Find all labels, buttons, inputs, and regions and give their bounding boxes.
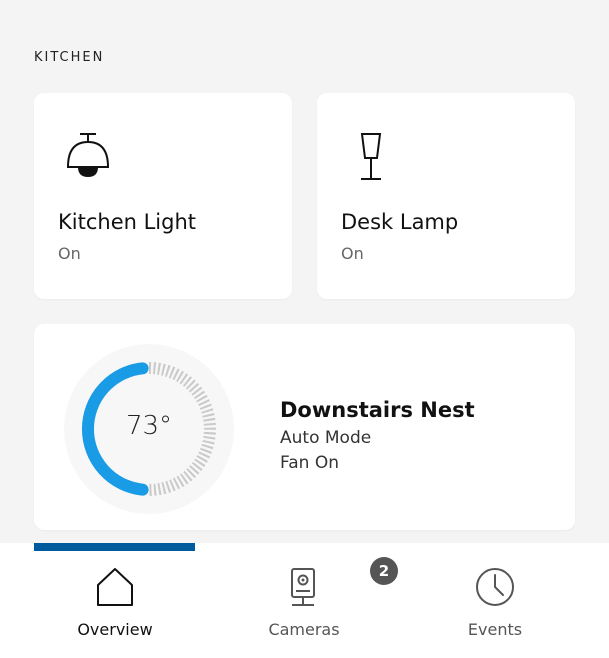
active-tab-indicator (34, 543, 195, 551)
temperature-readout: 73° (125, 411, 173, 441)
camera-icon: 2 (284, 557, 398, 607)
ceiling-light-icon (58, 127, 118, 187)
device-state: On (341, 244, 364, 263)
tab-cameras[interactable]: 2 Cameras (229, 557, 398, 639)
device-name: Desk Lamp (341, 210, 459, 234)
thermostat-info: Downstairs Nest Auto Mode Fan On (280, 398, 475, 472)
thermostat-name: Downstairs Nest (280, 398, 475, 422)
desk-lamp-icon (341, 127, 401, 187)
tab-events[interactable]: Events (420, 567, 570, 639)
house-icon (95, 567, 135, 607)
clock-icon (475, 567, 515, 607)
thermostat-card[interactable]: 73° Downstairs Nest Auto Mode Fan On (34, 324, 575, 530)
thermostat-dial[interactable]: 73° (64, 344, 234, 514)
tab-overview[interactable]: Overview (40, 567, 190, 639)
device-card-kitchen-light[interactable]: Kitchen Light On (34, 93, 292, 299)
thermostat-mode: Auto Mode (280, 428, 372, 448)
thermostat-fan: Fan On (280, 453, 339, 473)
device-state: On (58, 244, 81, 263)
device-card-desk-lamp[interactable]: Desk Lamp On (317, 93, 575, 299)
device-name: Kitchen Light (58, 210, 197, 234)
tab-bar: Overview 2 Cameras Events (0, 543, 609, 658)
cameras-badge: 2 (370, 557, 398, 585)
tab-label: Events (467, 620, 523, 639)
tab-label: Overview (77, 620, 153, 639)
tab-label: Cameras (268, 620, 340, 639)
section-label: KITCHEN (34, 50, 105, 65)
